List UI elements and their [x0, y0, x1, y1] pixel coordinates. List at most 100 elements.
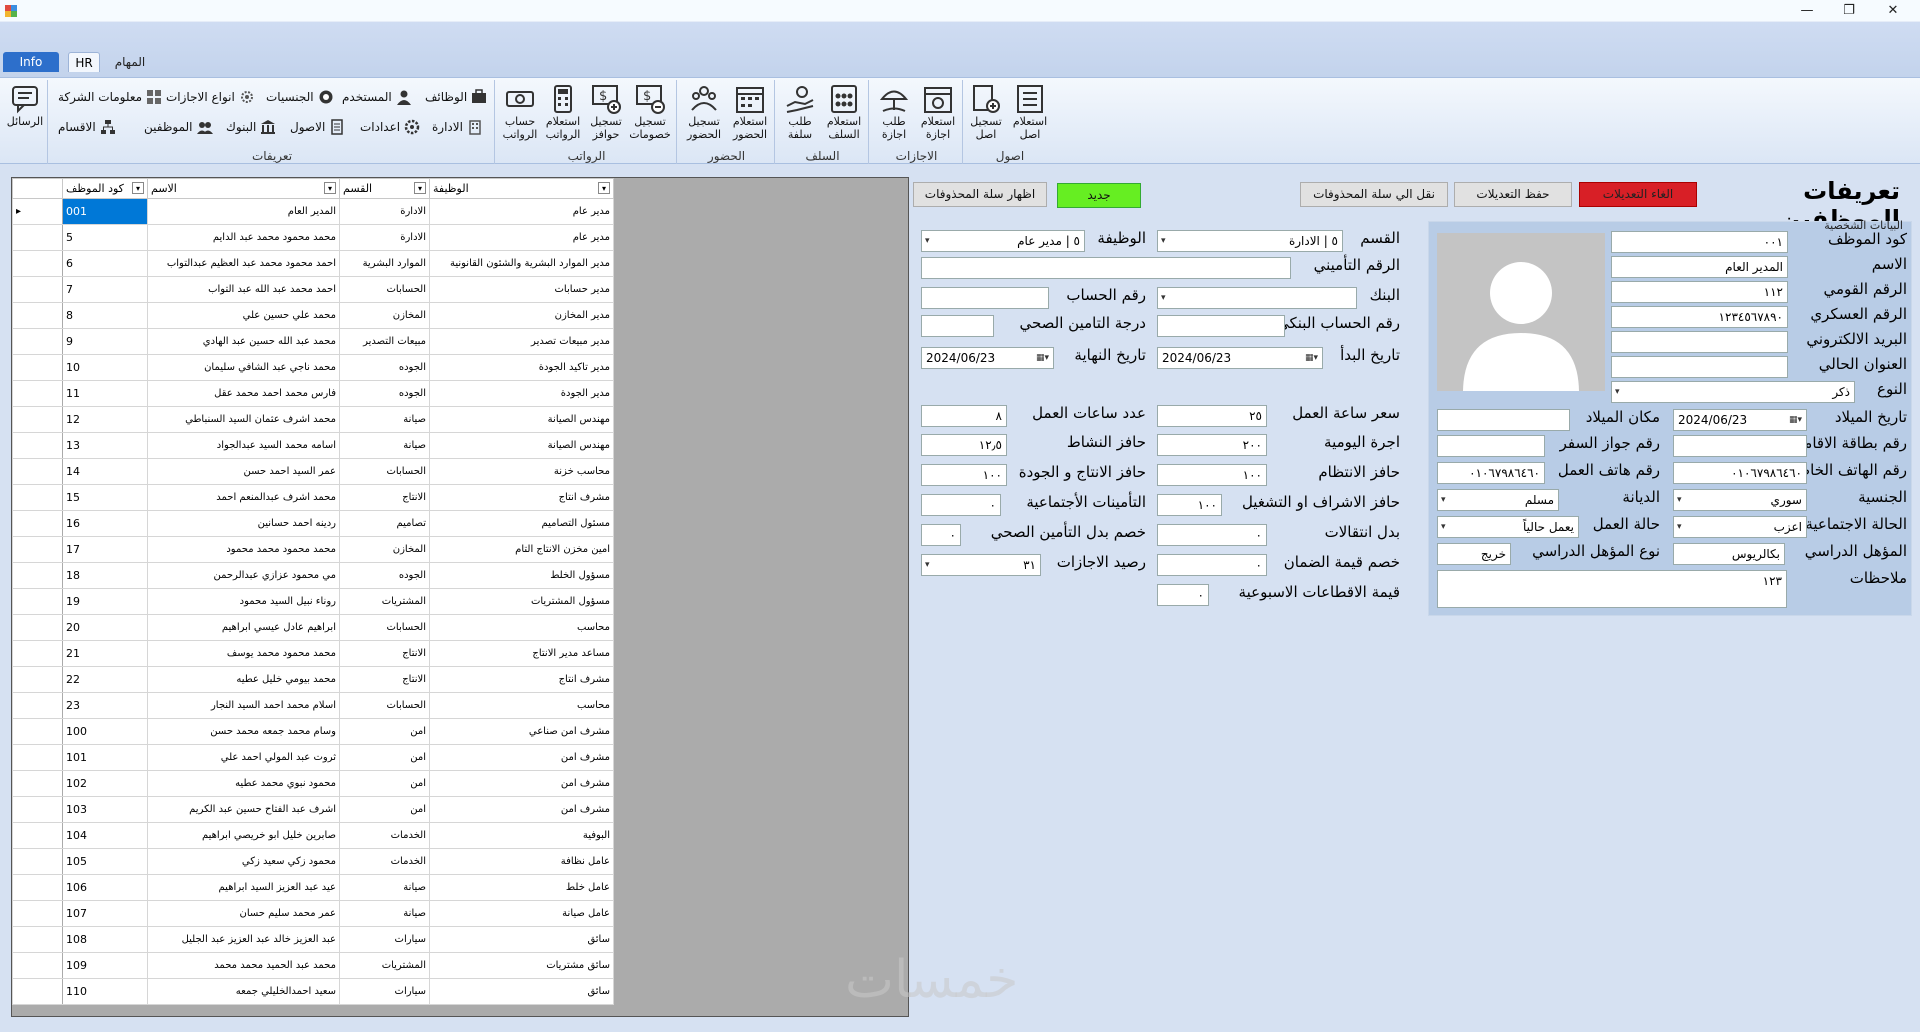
- request-leave-button[interactable]: طلب اجازة: [873, 84, 915, 144]
- cell-dept[interactable]: المشتريات: [339, 588, 430, 615]
- column-header-code[interactable]: كود الموظف ▾: [62, 178, 148, 199]
- notes-field[interactable]: ١٢٣: [1437, 570, 1787, 608]
- cell-dept[interactable]: الادارة: [339, 198, 430, 225]
- row-header[interactable]: [12, 510, 63, 537]
- cell-name[interactable]: ردينه احمد حسانين: [147, 510, 340, 537]
- cell-dept[interactable]: الانتاج: [339, 666, 430, 693]
- table-row[interactable]: 109 محمد عبد الحميد محمد محمد المشتريات سائ…: [12, 952, 614, 979]
- tab-info[interactable]: Info: [3, 52, 59, 72]
- qualification-field[interactable]: بكالريوس: [1673, 543, 1785, 565]
- table-row[interactable]: ▸ 001 المدير العام الادارة مدير عام: [12, 198, 614, 225]
- cell-code[interactable]: 13: [62, 432, 148, 459]
- row-header[interactable]: [12, 978, 63, 1005]
- chevron-down-icon[interactable]: ▾: [1677, 490, 1682, 510]
- gender-dropdown[interactable]: ذكر ▾: [1611, 381, 1855, 403]
- table-row[interactable]: 11 فارس محمد احمد محمد عقل الجوده مدير الجو…: [12, 380, 614, 407]
- discipline-field[interactable]: ١٠٠: [1157, 464, 1267, 486]
- cell-name[interactable]: سعيد احمدالخليلي جمعه: [147, 978, 340, 1005]
- cell-name[interactable]: محمود زكي سعيد زكي: [147, 848, 340, 875]
- cell-job[interactable]: محاسب خزنة: [429, 458, 614, 485]
- cell-dept[interactable]: الموارد البشرية: [339, 250, 430, 277]
- add-incentive-button[interactable]: $ تسجيل حوافز: [585, 84, 627, 144]
- employee-photo[interactable]: [1437, 233, 1605, 391]
- bank-account-field[interactable]: [1157, 315, 1285, 337]
- cell-job[interactable]: مشرف انتاج: [429, 484, 614, 511]
- cell-name[interactable]: محمد محمود محمد يوسف: [147, 640, 340, 667]
- email-field[interactable]: [1611, 331, 1788, 353]
- cell-name[interactable]: اسلام محمد احمد السيد النجار: [147, 692, 340, 719]
- minimize-button[interactable]: —: [1784, 0, 1830, 22]
- cell-dept[interactable]: الحسابات: [339, 458, 430, 485]
- table-row[interactable]: 16 ردينه احمد حسانين تصاميم مسئول التصاميم: [12, 510, 614, 537]
- cell-code[interactable]: 104: [62, 822, 148, 849]
- row-header[interactable]: [12, 458, 63, 485]
- table-row[interactable]: 10 محمد ناجي عبد الشافي سليمان الجوده مدير …: [12, 354, 614, 381]
- cell-dept[interactable]: صيانة: [339, 874, 430, 901]
- table-row[interactable]: 8 محمد علي حسين علي المخازن مدير المخازن: [12, 302, 614, 329]
- column-header-dept[interactable]: القسم ▾: [339, 178, 430, 199]
- qual-type-field[interactable]: خريج: [1437, 543, 1511, 565]
- filter-dropdown-icon[interactable]: ▾: [324, 182, 336, 194]
- cell-name[interactable]: احمد محمود محمد عبد العظيم عبدالتواب: [147, 250, 340, 277]
- cell-code[interactable]: 7: [62, 276, 148, 303]
- row-header[interactable]: [12, 770, 63, 797]
- mobile-field[interactable]: ٠١٠٦٧٩٨٦٤٦٠: [1673, 462, 1807, 484]
- cell-name[interactable]: محمد محمود محمد عبد الدايم: [147, 224, 340, 251]
- row-header[interactable]: [12, 354, 63, 381]
- cell-job[interactable]: مدير تاكيد الجودة: [429, 354, 614, 381]
- cell-job[interactable]: مشرف امن: [429, 770, 614, 797]
- table-row[interactable]: 18 مي محمود عزازي عبدالرحمن الجوده مسؤول ال…: [12, 562, 614, 589]
- calc-salaries-button[interactable]: حساب الرواتب: [499, 84, 541, 144]
- residence-field[interactable]: [1673, 435, 1807, 457]
- cell-job[interactable]: سائق: [429, 978, 614, 1005]
- cell-code[interactable]: 110: [62, 978, 148, 1005]
- row-header[interactable]: [12, 848, 63, 875]
- cell-dept[interactable]: الادارة: [339, 224, 430, 251]
- cell-dept[interactable]: المشتريات: [339, 952, 430, 979]
- cell-code[interactable]: 100: [62, 718, 148, 745]
- row-header[interactable]: [12, 276, 63, 303]
- chevron-down-icon[interactable]: ▾: [1441, 490, 1446, 510]
- cell-dept[interactable]: امن: [339, 744, 430, 771]
- close-button[interactable]: ✕: [1870, 0, 1916, 22]
- bank-dropdown[interactable]: ▾: [1157, 287, 1357, 309]
- tab-hr[interactable]: HR: [68, 52, 100, 72]
- departments-button[interactable]: الاقسام: [58, 116, 116, 138]
- marital-dropdown[interactable]: اعزب ▾: [1673, 516, 1807, 538]
- new-button[interactable]: جديد: [1057, 183, 1141, 208]
- birth-place-field[interactable]: [1437, 409, 1570, 431]
- table-row[interactable]: 102 محمود نبوي محمد عطيه امن مشرف امن: [12, 770, 614, 797]
- production-field[interactable]: ١٠٠: [921, 464, 1007, 486]
- cell-name[interactable]: عمر محمد سليم حسان: [147, 900, 340, 927]
- cell-dept[interactable]: صيانة: [339, 900, 430, 927]
- cell-dept[interactable]: الحسابات: [339, 276, 430, 303]
- cell-dept[interactable]: مبيعات التصدير: [339, 328, 430, 355]
- cell-name[interactable]: احمد محمد عبد الله عبد التواب: [147, 276, 340, 303]
- cell-code[interactable]: 6: [62, 250, 148, 277]
- cell-dept[interactable]: الجوده: [339, 354, 430, 381]
- chevron-down-icon[interactable]: ▾: [925, 555, 930, 575]
- health-disc-field[interactable]: ٠: [921, 524, 961, 546]
- table-row[interactable]: 21 محمد محمود محمد يوسف الانتاج مساعد مدير …: [12, 640, 614, 667]
- query-attendance-button[interactable]: استعلام الحضور: [729, 84, 771, 144]
- military-field[interactable]: ١٢٣٤٥٦٧٨٩٠: [1611, 306, 1788, 328]
- filter-dropdown-icon[interactable]: ▾: [132, 182, 144, 194]
- cell-dept[interactable]: الخدمات: [339, 848, 430, 875]
- cell-job[interactable]: عامل صيانة: [429, 900, 614, 927]
- record-asset-button[interactable]: تسجيل اصل: [965, 84, 1007, 144]
- table-row[interactable]: 107 عمر محمد سليم حسان صيانة عامل صيانة: [12, 900, 614, 927]
- table-row[interactable]: 100 وسام محمد جمعه محمد حسن امن مشرف امن صن…: [12, 718, 614, 745]
- chevron-down-icon[interactable]: ▾: [1677, 517, 1682, 537]
- row-header[interactable]: [12, 900, 63, 927]
- cell-dept[interactable]: صيانة: [339, 406, 430, 433]
- cell-dept[interactable]: الجوده: [339, 380, 430, 407]
- activity-field[interactable]: ١٢٫٥: [921, 434, 1007, 456]
- query-leave-button[interactable]: استعلام اجازة: [917, 84, 959, 144]
- row-header[interactable]: [12, 224, 63, 251]
- cell-code[interactable]: 001: [62, 198, 148, 225]
- cell-job[interactable]: البوفية: [429, 822, 614, 849]
- transport-field[interactable]: ٠: [1157, 524, 1267, 546]
- row-header[interactable]: ▸: [12, 198, 63, 225]
- cell-dept[interactable]: الخدمات: [339, 822, 430, 849]
- cell-name[interactable]: روناء نبيل السيد محمود: [147, 588, 340, 615]
